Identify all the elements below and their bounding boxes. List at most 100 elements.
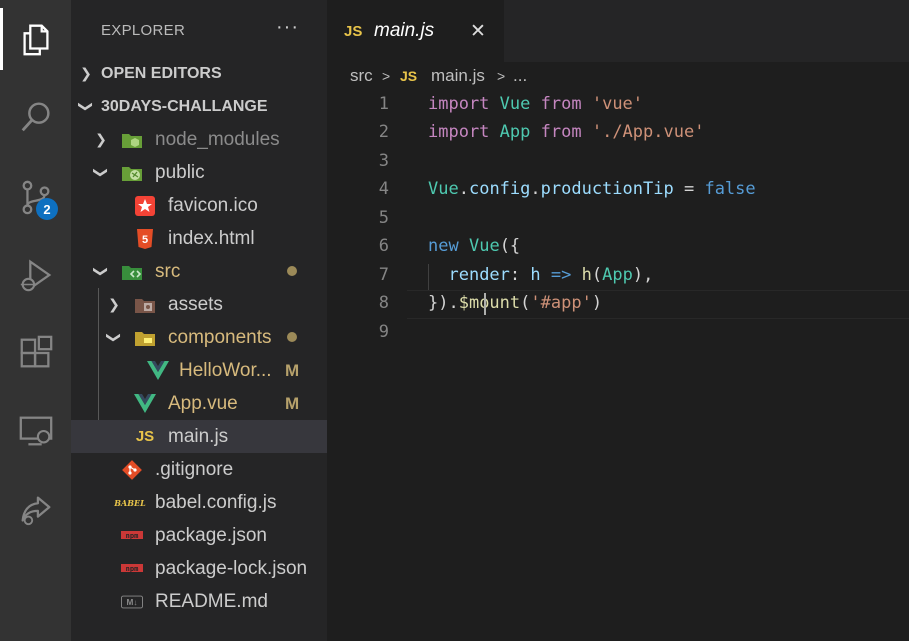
line-number: 2: [378, 122, 389, 142]
string-app-selector: '#app': [530, 293, 592, 313]
html-icon: 5: [134, 228, 156, 250]
explorer-title: EXPLORER: [101, 22, 186, 39]
markdown-icon: M↓: [121, 591, 143, 613]
extensions-activity-button[interactable]: [0, 318, 71, 388]
tab-main-js[interactable]: JS main.js ✕: [327, 0, 504, 62]
property-config: config: [468, 179, 531, 199]
method-mount: $mount: [458, 293, 521, 313]
svg-text:M↓: M↓: [127, 598, 138, 607]
arrow-operator: =>: [550, 265, 572, 285]
modified-status: M: [285, 360, 300, 380]
tree-item-gitignore[interactable]: .gitignore: [71, 453, 327, 486]
chevron-down-icon: ❯: [106, 331, 123, 344]
identifier-app: App: [499, 122, 531, 142]
js-icon: JS: [344, 22, 363, 40]
call-h: h: [581, 265, 592, 285]
close-icon[interactable]: ✕: [470, 20, 486, 43]
tree-item-node-modules[interactable]: ❯ node_modules: [71, 123, 327, 156]
folder-src-icon: [121, 261, 143, 283]
tree-item-package-lock-json[interactable]: npm package-lock.json: [71, 552, 327, 585]
identifier-app: App: [602, 265, 633, 285]
svg-text:npm: npm: [126, 532, 139, 540]
tree-item-label: package-lock.json: [155, 557, 308, 579]
line-number: 7: [378, 265, 389, 285]
tree-item-babel-config[interactable]: BABEL babel.config.js: [71, 486, 327, 519]
project-section[interactable]: ❯ 30DAYS-CHALLANGE: [71, 90, 327, 123]
tree-item-label: App.vue: [168, 392, 238, 414]
remote-explorer-icon: [19, 416, 52, 446]
code-editor[interactable]: 1 2 3 4 5 6 7 8 9 import Vue from 'vue' …: [327, 90, 909, 641]
line-number: 3: [378, 151, 389, 171]
code-line-1: import Vue from 'vue': [428, 94, 643, 114]
source-control-activity-button[interactable]: [0, 162, 71, 232]
chevron-down-icon: ❯: [93, 265, 110, 278]
open-editors-section[interactable]: ❯ OPEN EDITORS: [71, 57, 327, 90]
breadcrumb-folder[interactable]: src: [350, 66, 373, 86]
activity-bar: 2: [0, 0, 71, 641]
tab-label: main.js: [374, 20, 435, 41]
tree-item-label: public: [155, 161, 205, 183]
line-number: 1: [378, 94, 389, 114]
line-number: 6: [378, 236, 389, 256]
folder-node-icon: [121, 129, 143, 151]
tree-item-assets[interactable]: ❯ assets: [71, 288, 327, 321]
tree-item-app-vue[interactable]: App.vue M: [71, 387, 327, 420]
vue-icon: [147, 360, 169, 382]
js-icon: JS: [400, 68, 418, 84]
tree-item-helloworld[interactable]: HelloWor... M: [71, 354, 327, 387]
keyword-new: new: [428, 236, 459, 256]
code-line-6: new Vue({: [428, 236, 521, 256]
breadcrumb-file[interactable]: main.js: [431, 66, 485, 86]
chevron-right-icon: ❯: [80, 65, 92, 81]
more-actions-icon[interactable]: ···: [276, 16, 299, 39]
string-app-path: './App.vue': [591, 122, 705, 142]
tree-item-index-html[interactable]: 5 index.html: [71, 222, 327, 255]
keyword-import: import: [428, 122, 490, 142]
tree-item-label: babel.config.js: [155, 491, 277, 513]
tree-item-favicon[interactable]: favicon.ico: [71, 189, 327, 222]
chevron-right-icon: ❯: [95, 131, 107, 147]
source-control-badge: 2: [36, 198, 58, 220]
breadcrumb: src > JS main.js > ...: [327, 62, 909, 90]
vue-icon: [134, 393, 156, 415]
run-debug-icon: [20, 259, 51, 292]
explorer-activity-button[interactable]: [0, 4, 71, 74]
tree-item-label: README.md: [155, 590, 268, 612]
babel-icon: BABEL: [114, 497, 146, 508]
tree-item-components[interactable]: ❯ components: [71, 321, 327, 354]
svg-text:5: 5: [142, 234, 148, 246]
live-share-icon: [21, 496, 50, 526]
folder-public-icon: [121, 162, 143, 184]
code-line-7: render: h => h(App),: [448, 265, 654, 285]
tree-item-label: main.js: [168, 425, 229, 447]
tree-item-main-js[interactable]: JS main.js: [71, 420, 327, 453]
tree-item-label: package.json: [155, 524, 267, 546]
code-line-4: Vue.config.productionTip = false: [428, 179, 756, 199]
keyword-from: from: [540, 122, 582, 142]
code-line-2: import App from './App.vue': [428, 122, 704, 142]
npm-icon: npm: [121, 558, 143, 580]
chevron-right-icon: >: [497, 68, 506, 84]
modified-dot: [287, 332, 297, 342]
tree-item-label: HelloWor...: [179, 359, 272, 381]
tree-item-readme[interactable]: M↓ README.md: [71, 585, 327, 618]
extensions-icon: [20, 335, 52, 368]
run-debug-activity-button[interactable]: [0, 240, 71, 310]
editor-tab-bar: JS main.js ✕: [327, 0, 909, 62]
identifier-vue: Vue: [468, 236, 500, 256]
live-share-activity-button[interactable]: [0, 474, 71, 544]
tree-item-label: src: [155, 260, 181, 282]
search-activity-button[interactable]: [0, 82, 71, 152]
js-icon: JS: [135, 428, 155, 445]
svg-text:npm: npm: [126, 565, 139, 573]
tree-item-label: components: [168, 326, 272, 348]
tree-item-public[interactable]: ❯ public: [71, 156, 327, 189]
files-icon: [22, 24, 49, 56]
chevron-right-icon: >: [382, 68, 391, 84]
tree-item-src[interactable]: ❯ src: [71, 255, 327, 288]
chevron-down-icon: ❯: [78, 100, 95, 113]
code-line-8: }).$mount('#app'): [428, 293, 603, 313]
tree-item-package-json[interactable]: npm package.json: [71, 519, 327, 552]
breadcrumb-more[interactable]: ...: [513, 66, 527, 86]
remote-explorer-activity-button[interactable]: [0, 396, 71, 466]
